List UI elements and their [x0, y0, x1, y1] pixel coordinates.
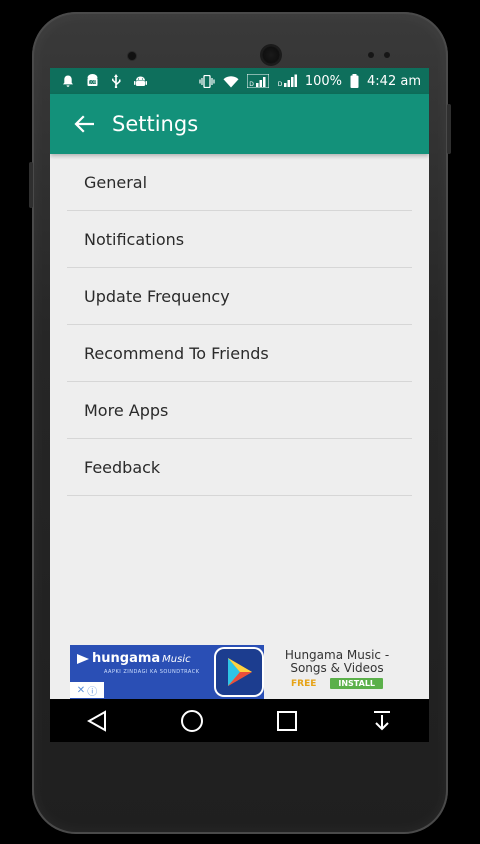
- bell-icon: [60, 73, 76, 89]
- settings-item-more-apps[interactable]: More Apps: [67, 382, 412, 439]
- wifi-icon: [223, 73, 239, 89]
- clock: 4:42 am: [367, 73, 421, 89]
- battery-icon: [350, 73, 359, 89]
- status-bar: 100 D D 100% 4:42 am: [50, 68, 429, 94]
- status-bar-notifications: 100: [60, 73, 148, 89]
- recents-square-icon: [276, 710, 297, 731]
- status-bar-system: D D 100% 4:42 am: [199, 73, 421, 89]
- power-button: [29, 162, 33, 208]
- settings-item-label: More Apps: [84, 400, 169, 420]
- light-sensor: [384, 52, 390, 58]
- ad-app-icon: [216, 649, 262, 695]
- play-logo-icon: [77, 654, 89, 664]
- arrow-left-icon: [74, 115, 94, 133]
- ad-subtitle: Songs & Videos: [290, 661, 384, 675]
- settings-item-label: General: [84, 172, 148, 192]
- signal-icon: D: [246, 73, 269, 89]
- svg-text:D: D: [249, 81, 254, 88]
- vibrate-icon: [199, 73, 215, 89]
- page-title: Settings: [112, 112, 199, 136]
- svg-text:100: 100: [88, 80, 96, 85]
- nav-back-button[interactable]: [77, 701, 117, 741]
- settings-item-general[interactable]: General: [67, 154, 412, 211]
- ad-brand: hungama Music: [92, 651, 191, 666]
- signal-icon: D: [277, 73, 297, 89]
- ad-price: FREE: [290, 678, 317, 689]
- ad-info: Hungama Music - Songs & Videos FREE INST…: [264, 645, 410, 699]
- svg-text:D: D: [278, 81, 283, 88]
- play-icon: [228, 658, 252, 686]
- settings-item-label: Notifications: [84, 229, 185, 249]
- ad-banner[interactable]: hungama Music AAPKI ZINDAGI KA SOUNDTRACK…: [70, 645, 410, 699]
- settings-list: General Notifications Update Frequency R…: [50, 154, 429, 496]
- navigation-bar: [50, 699, 429, 742]
- settings-item-notifications[interactable]: Notifications: [67, 211, 412, 268]
- download-icon: [373, 710, 390, 730]
- battery-percent: 100%: [304, 73, 343, 89]
- nav-recents-button[interactable]: [267, 701, 307, 741]
- settings-item-label: Update Frequency: [84, 286, 230, 306]
- app-bar: Settings: [50, 94, 429, 154]
- front-camera: [128, 52, 136, 60]
- screen: 100 D D 100% 4:42 am Settings General No…: [50, 68, 429, 742]
- android-icon: 100: [84, 73, 100, 89]
- volume-button: [447, 104, 451, 154]
- ad-choices[interactable]: ✕ ⓘ: [70, 682, 104, 698]
- proximity-sensor: [368, 52, 374, 58]
- settings-item-recommend[interactable]: Recommend To Friends: [67, 325, 412, 382]
- android-icon: [132, 73, 148, 89]
- nav-home-button[interactable]: [172, 701, 212, 741]
- home-circle-icon: [181, 709, 204, 732]
- settings-item-update-frequency[interactable]: Update Frequency: [67, 268, 412, 325]
- ad-brand-script: Music: [162, 654, 191, 665]
- settings-item-label: Feedback: [84, 457, 161, 477]
- nav-hide-keyboard-button[interactable]: [362, 701, 402, 741]
- ad-actions: FREE INSTALL: [290, 678, 384, 689]
- settings-item-feedback[interactable]: Feedback: [67, 439, 412, 496]
- info-icon[interactable]: ⓘ: [87, 683, 97, 698]
- back-triangle-icon: [87, 709, 107, 732]
- speaker-grille: [262, 46, 280, 64]
- install-button[interactable]: INSTALL: [330, 678, 384, 689]
- ad-tagline: AAPKI ZINDAGI KA SOUNDTRACK: [104, 669, 200, 675]
- back-button[interactable]: [64, 104, 104, 144]
- settings-item-label: Recommend To Friends: [84, 343, 269, 363]
- close-icon[interactable]: ✕: [77, 685, 85, 696]
- usb-icon: [108, 73, 124, 89]
